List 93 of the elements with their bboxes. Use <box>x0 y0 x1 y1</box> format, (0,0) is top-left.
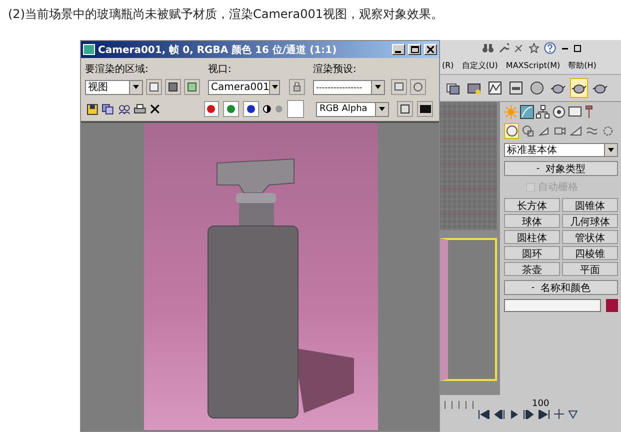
crop-icon <box>149 82 159 92</box>
shapes-icon <box>522 125 534 137</box>
object-button[interactable]: 圆锥体 <box>562 198 618 212</box>
object-button[interactable]: 几何球体 <box>562 214 618 228</box>
fullscreen-button[interactable] <box>417 101 433 117</box>
next-frame-icon[interactable] <box>522 410 534 418</box>
circle-icon <box>413 82 423 92</box>
play-icon[interactable] <box>510 410 518 418</box>
help-icon[interactable] <box>544 42 556 54</box>
lock-icon <box>293 82 301 92</box>
modify-icon[interactable] <box>520 105 534 119</box>
mono-icon[interactable] <box>262 105 271 113</box>
binoculars-icon[interactable] <box>482 43 494 53</box>
monitor-icon <box>420 105 431 113</box>
clone-icon[interactable] <box>118 104 130 114</box>
dropdown-arrow-icon <box>379 107 386 111</box>
maximize-icon <box>410 46 418 53</box>
menu-item[interactable]: MAXScript(M) <box>506 60 560 70</box>
caption-text: (2)当前场景中的玻璃瓶尚未被赋予材质，渲染Camera001视图，观察对象效果。 <box>8 7 443 21</box>
menu-item[interactable]: 自定义(U) <box>462 60 498 70</box>
app-icon <box>83 44 95 55</box>
blowup-button[interactable] <box>184 79 200 95</box>
environment-button[interactable] <box>410 79 426 95</box>
preset-dropdown[interactable]: ---------------- <box>313 80 385 94</box>
maximize-button[interactable] <box>408 44 421 55</box>
object-button[interactable]: 管状体 <box>562 230 618 244</box>
object-color-swatch[interactable] <box>606 299 618 312</box>
object-button[interactable]: 球体 <box>504 214 560 228</box>
layers-icon <box>446 81 460 95</box>
dropdown-arrow-icon <box>272 85 278 89</box>
dialog-icon <box>509 81 523 95</box>
dropdown-arrow-icon <box>608 148 614 152</box>
go-to-start-icon[interactable] <box>478 410 490 418</box>
curve-editor-icon <box>488 81 502 95</box>
copy-icon[interactable] <box>102 104 114 114</box>
menu-item[interactable]: (R) <box>442 60 454 70</box>
maximize-icon[interactable] <box>574 44 581 52</box>
category-button[interactable] <box>504 123 519 139</box>
sphere-icon <box>530 81 544 95</box>
hierarchy-icon[interactable] <box>536 105 550 119</box>
rollout-header[interactable]: - 对象类型 <box>504 161 618 176</box>
pan-icon[interactable] <box>554 409 564 419</box>
display-button[interactable] <box>397 101 414 117</box>
dialog-icon <box>394 82 404 92</box>
region-label: 要渲染的区域: <box>85 62 150 76</box>
object-button[interactable]: 长方体 <box>504 198 560 212</box>
minimize-button[interactable] <box>392 44 405 55</box>
render-setup-button[interactable] <box>391 79 407 95</box>
object-button[interactable]: 圆环 <box>504 246 560 260</box>
camera-icon <box>554 125 566 137</box>
previous-frame-icon[interactable] <box>494 410 506 418</box>
ruler-ticks-icon <box>444 401 474 409</box>
lock-button[interactable] <box>289 79 305 95</box>
wave-icon <box>586 125 598 137</box>
hammer-icon[interactable] <box>584 105 594 119</box>
channel-toggle[interactable] <box>223 101 240 117</box>
close-button[interactable] <box>424 44 437 55</box>
go-to-end-icon[interactable] <box>538 410 550 418</box>
clear-icon[interactable] <box>150 104 160 114</box>
region-dropdown[interactable]: 视图 <box>85 80 143 94</box>
object-button[interactable]: 圆柱体 <box>504 230 560 244</box>
color-swatch[interactable] <box>286 100 304 118</box>
category-button[interactable] <box>520 123 535 139</box>
preset-label: 渲染预设: <box>313 62 358 76</box>
channel-toggle[interactable] <box>243 101 259 117</box>
object-button[interactable]: 平面 <box>562 262 618 276</box>
menu-item[interactable]: 帮助(H) <box>568 60 596 70</box>
display-icon[interactable] <box>568 105 582 119</box>
frame-number: 100 <box>531 400 550 409</box>
motion-icon[interactable] <box>552 105 566 119</box>
close-icon <box>427 46 434 53</box>
crop-button[interactable] <box>146 79 162 95</box>
star-icon[interactable] <box>529 43 539 53</box>
frame-icon <box>400 104 410 114</box>
active-viewport[interactable] <box>440 238 497 381</box>
name-field[interactable] <box>504 299 601 312</box>
window-title: Camera001, 帧 0, RGBA 颜色 16 位/通道 (1:1) <box>98 44 338 56</box>
dropdown-arrow-icon <box>375 85 381 89</box>
toolbar-button[interactable] <box>570 78 588 98</box>
folder-icon <box>467 81 481 95</box>
save-icon[interactable] <box>87 104 98 114</box>
channel-dropdown[interactable]: RGB Alpha <box>316 102 390 116</box>
object-button[interactable]: 茶壶 <box>504 262 560 276</box>
viewport-dropdown[interactable]: Camera001 <box>208 80 280 94</box>
channel-toggle[interactable] <box>204 101 220 117</box>
dropdown-arrow-icon <box>133 85 139 89</box>
category-dropdown[interactable]: 标准基本体 <box>504 143 618 157</box>
object-button[interactable]: 四棱锥 <box>562 246 618 260</box>
print-icon[interactable] <box>134 104 146 114</box>
rollout-header[interactable]: - 名称和颜色 <box>504 280 618 295</box>
region-button[interactable] <box>165 79 181 95</box>
viewport-label: 视口: <box>208 62 232 76</box>
sphere-icon <box>506 125 518 137</box>
